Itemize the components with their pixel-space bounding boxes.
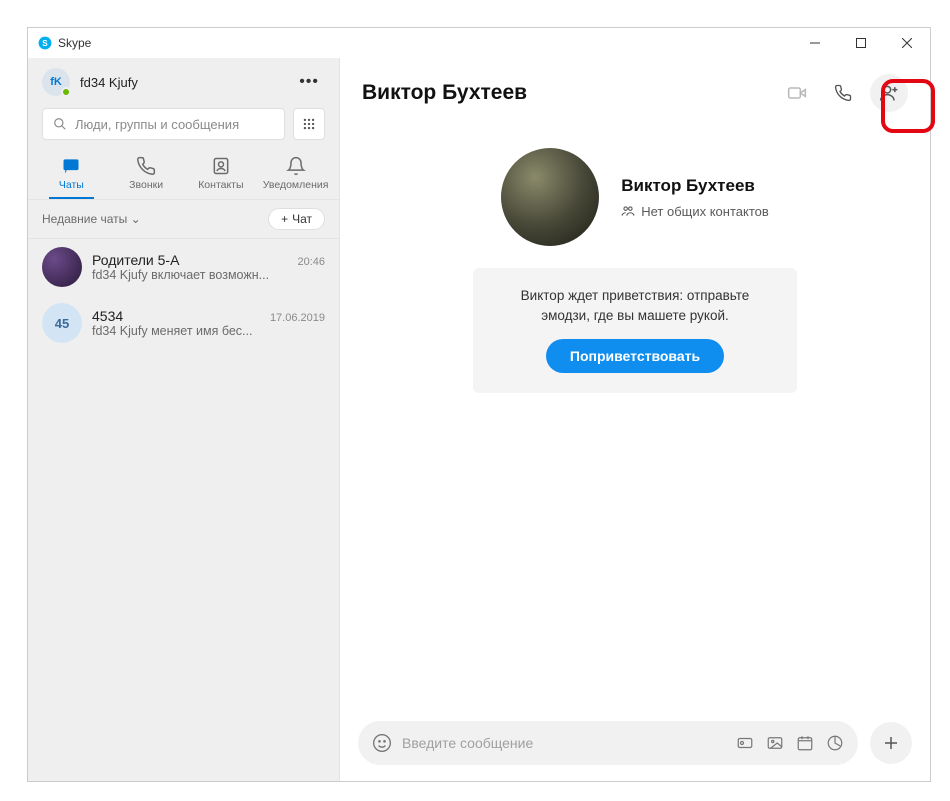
chevron-down-icon: ⌄: [131, 212, 141, 226]
chat-name: Родители 5-А: [92, 252, 179, 268]
message-input[interactable]: Введите сообщение: [358, 721, 858, 765]
titlebar: S Skype: [28, 28, 930, 58]
tab-notifications[interactable]: Уведомления: [258, 152, 333, 199]
current-user-avatar: fK: [42, 68, 70, 96]
presence-indicator-icon: [61, 87, 71, 97]
more-actions-button[interactable]: [870, 722, 912, 764]
video-icon: [787, 83, 807, 103]
conversation-title: Виктор Бухтеев: [362, 81, 770, 105]
person-add-icon: [879, 83, 899, 103]
plus-icon: +: [281, 212, 288, 226]
minimize-button[interactable]: [792, 28, 838, 58]
chat-time: 17.06.2019: [270, 312, 325, 324]
dialpad-icon: [302, 117, 316, 131]
phone-icon: [136, 156, 156, 176]
tab-calls[interactable]: Звонки: [109, 152, 184, 199]
people-icon: [621, 204, 635, 218]
window-title: Skype: [58, 36, 91, 50]
current-user-name: fd34 Kjufy: [80, 75, 293, 90]
attach-image-button[interactable]: [766, 734, 784, 752]
plus-icon: [882, 734, 900, 752]
chat-preview: fd34 Kjufy включает возможн...: [92, 268, 325, 282]
maximize-button[interactable]: [838, 28, 884, 58]
contact-avatar[interactable]: [501, 148, 599, 246]
tab-label: Уведомления: [263, 179, 329, 191]
svg-text:S: S: [42, 39, 48, 48]
greeting-card: Виктор ждет приветствия: отправьте эмодз…: [473, 268, 798, 393]
more-options-button[interactable]: •••: [293, 73, 325, 91]
main-panel: Виктор Бухтеев Виктор Бухтеев: [340, 58, 930, 781]
tab-label: Контакты: [198, 179, 243, 191]
pie-icon: [826, 734, 844, 752]
attach-file-button[interactable]: [736, 734, 754, 752]
tab-label: Чаты: [59, 179, 84, 191]
chat-preview: fd34 Kjufy меняет имя бес...: [92, 324, 325, 338]
search-icon: [53, 117, 67, 131]
skype-logo-icon: S: [38, 36, 52, 50]
chat-icon: [61, 156, 81, 176]
nav-tabs: Чаты Звонки Контакты Уведомления: [28, 148, 339, 199]
bell-icon: [286, 156, 306, 176]
chat-list-item[interactable]: 45 4534 17.06.2019 fd34 Kjufy меняет имя…: [28, 295, 339, 351]
audio-call-button[interactable]: [824, 74, 862, 112]
conversation-header: Виктор Бухтеев: [340, 58, 930, 124]
new-chat-button[interactable]: +Чат: [268, 208, 325, 230]
contact-profile: Виктор Бухтеев Нет общих контактов: [501, 148, 769, 246]
emoji-button[interactable]: [372, 733, 392, 753]
search-placeholder: Люди, группы и сообщения: [75, 117, 239, 132]
tab-label: Звонки: [129, 179, 163, 191]
mutual-contacts: Нет общих контактов: [621, 204, 769, 219]
contacts-icon: [211, 156, 231, 176]
greet-button[interactable]: Поприветствовать: [546, 339, 724, 373]
app-window: S Skype fK fd34 Kjufy ••• Люди, группы и…: [27, 27, 931, 782]
chat-time: 20:46: [297, 256, 325, 268]
video-call-button[interactable]: [778, 74, 816, 112]
phone-icon: [834, 84, 852, 102]
add-contact-button[interactable]: [870, 74, 908, 112]
tab-contacts[interactable]: Контакты: [184, 152, 259, 199]
current-user-row[interactable]: fK fd34 Kjufy •••: [28, 58, 339, 102]
conversation-body: Виктор Бухтеев Нет общих контактов Викто…: [340, 124, 930, 711]
poll-button[interactable]: [826, 734, 844, 752]
card-icon: [736, 734, 754, 752]
chat-list: Родители 5-А 20:46 fd34 Kjufy включает в…: [28, 239, 339, 781]
calendar-icon: [796, 734, 814, 752]
chat-avatar: 45: [42, 303, 82, 343]
avatar-initials: fK: [50, 76, 62, 88]
message-placeholder: Введите сообщение: [402, 735, 736, 751]
chat-name: 4534: [92, 308, 123, 324]
emoji-icon: [372, 733, 392, 753]
greeting-text: Виктор ждет приветствия: отправьте эмодз…: [521, 286, 750, 325]
recent-chats-header: Недавние чаты ⌄ +Чат: [28, 199, 339, 239]
recent-dropdown[interactable]: Недавние чаты ⌄: [42, 212, 141, 226]
image-icon: [766, 734, 784, 752]
dialpad-button[interactable]: [293, 108, 325, 140]
sidebar: fK fd34 Kjufy ••• Люди, группы и сообщен…: [28, 58, 340, 781]
chat-list-item[interactable]: Родители 5-А 20:46 fd34 Kjufy включает в…: [28, 239, 339, 295]
composer-area: Введите сообщение: [340, 711, 930, 781]
tab-chats[interactable]: Чаты: [34, 152, 109, 199]
contact-name: Виктор Бухтеев: [621, 176, 769, 196]
schedule-button[interactable]: [796, 734, 814, 752]
chat-avatar: [42, 247, 82, 287]
search-input[interactable]: Люди, группы и сообщения: [42, 108, 285, 140]
close-button[interactable]: [884, 28, 930, 58]
